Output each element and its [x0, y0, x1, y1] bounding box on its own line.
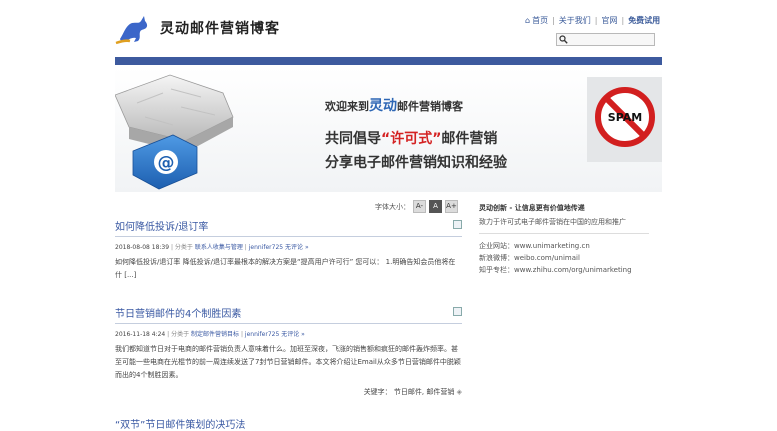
banner-brand: 灵动 — [369, 98, 397, 114]
puzzle-envelope-graphic: @ — [115, 74, 234, 190]
kangaroo-logo-icon[interactable] — [114, 13, 154, 45]
sidebar-item-weibo[interactable]: 新浪微博：weibo.com/unimail — [479, 252, 659, 264]
post-title[interactable]: 节日营销邮件的4个制胜因素 — [115, 305, 462, 320]
post-excerpt: 我们都知道节日对于电商的邮件营销负责人意味着什么。加班至深夜，飞涨的销售额和疯狂… — [115, 345, 461, 379]
post-date: 2018-08-08 18:39 — [115, 244, 170, 251]
banner-welcome-suffix: 邮件营销博客 — [397, 100, 463, 113]
post-category-prefix: | 分类于 — [171, 244, 193, 251]
post-date: 2016-11-18 4:24 — [115, 331, 166, 338]
sidebar: 灵动创新 - 让信息更有价值地传递 致力于许可式电子邮件营销在中国的应用和推广 … — [479, 203, 659, 276]
hero-banner: @ 欢迎来到灵动邮件营销博客 共同倡导“许可式”邮件营销 分享电子邮件营销知识和… — [115, 67, 662, 192]
font-size-label: 字体大小： — [375, 202, 410, 211]
post-category-link[interactable]: 联系人收集与管理 — [195, 244, 243, 251]
post-tags-links[interactable]: 节日邮件, 邮件营销 — [394, 388, 454, 396]
banner-welcome-prefix: 欢迎来到 — [325, 100, 369, 113]
nav-home-link[interactable]: 首页 — [532, 15, 548, 26]
sidebar-heading: 灵动创新 - 让信息更有价值地传递 — [479, 204, 585, 212]
rss-icon[interactable] — [453, 307, 462, 316]
post-meta: 2016-11-18 4:24 | 分类于 制定邮件营销目标 | jennife… — [115, 329, 462, 338]
post-tags-label: 关键字： — [363, 388, 392, 396]
post-tags: 关键字： 节日邮件, 邮件营销 ◈ — [115, 387, 462, 397]
tag-icon: ◈ — [456, 388, 462, 396]
nav-official-site-link[interactable]: 官网 — [601, 15, 617, 26]
search-box — [556, 33, 655, 46]
site-title[interactable]: 灵动邮件营销博客 — [160, 18, 280, 38]
sidebar-item-website[interactable]: 企业网站：www.unimarketing.cn — [479, 240, 659, 252]
post-author-link[interactable]: jennifer725 — [245, 331, 279, 338]
font-size-controls: 字体大小： A- A A+ — [375, 200, 458, 213]
post-author-link[interactable]: jennifer725 — [249, 244, 283, 251]
font-decrease-button[interactable]: A- — [413, 200, 426, 213]
post-item: 如何降低投诉/退订率 2018-08-08 18:39 | 分类于 联系人收集与… — [115, 218, 462, 282]
search-icon[interactable] — [559, 35, 568, 44]
nav-free-trial-link[interactable]: 免费试用 — [628, 15, 660, 26]
sidebar-item-zhihu[interactable]: 知乎专栏：www.zhihu.com/org/unimarketing — [479, 264, 659, 276]
banner-slogan-prefix: 共同倡导 — [325, 131, 381, 147]
search-input[interactable] — [569, 34, 652, 45]
banner-slogan: 共同倡导“许可式”邮件营销 — [325, 128, 497, 148]
sidebar-divider — [479, 233, 649, 234]
header-accent-bar — [115, 57, 662, 65]
nav-separator: | — [594, 16, 598, 25]
post-meta: 2018-08-08 18:39 | 分类于 联系人收集与管理 | jennif… — [115, 242, 462, 251]
no-spam-icon: SPAM — [587, 77, 662, 162]
home-icon: ⌂ — [525, 16, 531, 25]
post-title-divider — [115, 236, 462, 237]
spam-label: SPAM — [608, 111, 642, 124]
font-increase-button[interactable]: A+ — [445, 200, 458, 213]
post-title-partial[interactable]: “双节”节日邮件策划的决巧法 — [115, 416, 245, 431]
post-category-prefix: | 分类于 — [167, 331, 190, 338]
banner-welcome: 欢迎来到灵动邮件营销博客 — [325, 95, 463, 115]
post-excerpt: 如何降低投诉/退订率 降低投诉/退订率最根本的解决方案是“提高用户许可行” 您可… — [115, 258, 456, 279]
sidebar-subheading: 致力于许可式电子邮件营销在中国的应用和推广 — [479, 218, 626, 226]
post-category-link[interactable]: 制定邮件营销目标 — [191, 331, 239, 338]
banner-tagline: 分享电子邮件营销知识和经验 — [325, 155, 507, 171]
post-title-divider — [115, 323, 462, 324]
post-comments-link[interactable]: 无评论 » — [281, 331, 305, 338]
post-author-separator: | — [240, 331, 243, 338]
post-title[interactable]: 如何降低投诉/退订率 — [115, 218, 462, 233]
top-navigation: ⌂ 首页 | 关于我们 | 官网 | 免费试用 — [525, 15, 660, 26]
banner-slogan-suffix: 邮件营销 — [441, 131, 498, 147]
post-author-separator: | — [244, 244, 247, 251]
banner-slogan-highlight: “许可式” — [381, 131, 442, 147]
post-comments-link[interactable]: 无评论 » — [285, 244, 309, 251]
rss-icon[interactable] — [453, 220, 462, 229]
at-symbol: @ — [158, 153, 175, 173]
sidebar-links: 企业网站：www.unimarketing.cn 新浪微博：weibo.com/… — [479, 240, 659, 276]
nav-separator: | — [552, 16, 555, 25]
nav-separator: | — [621, 16, 625, 25]
font-default-button[interactable]: A — [429, 200, 442, 213]
post-item: 节日营销邮件的4个制胜因素 2016-11-18 4:24 | 分类于 制定邮件… — [115, 305, 462, 397]
nav-about-link[interactable]: 关于我们 — [559, 15, 591, 26]
